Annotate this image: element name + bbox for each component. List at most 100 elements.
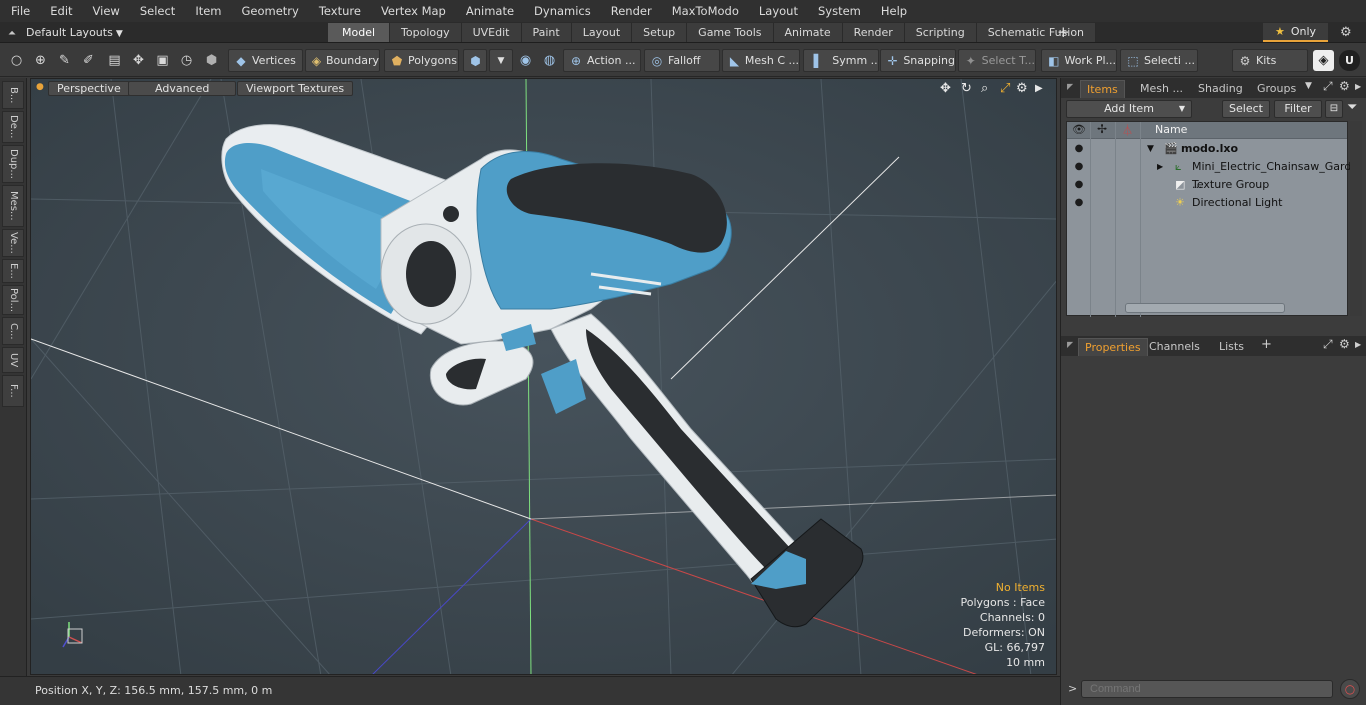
frame-icon[interactable]: ▣ (152, 50, 173, 71)
menu-animate[interactable]: Animate (455, 0, 523, 22)
mode-dropdown[interactable]: ▼ (489, 49, 513, 72)
tab-channels[interactable]: Channels (1143, 338, 1206, 356)
menu-edit[interactable]: Edit (39, 0, 81, 22)
maximize-view-icon[interactable]: ⤢ (1000, 80, 1010, 98)
lock-column-icon[interactable]: ✢ (1097, 122, 1107, 136)
left-tab-deform[interactable]: De... (2, 111, 24, 143)
viewport-textures-button[interactable]: Viewport Textures (237, 81, 354, 96)
tab-uvedit[interactable]: UVEdit (461, 23, 522, 42)
unity-icon[interactable]: ◈ (1313, 50, 1334, 71)
item-mode-icon[interactable]: ⬢ (201, 50, 222, 71)
left-tab-edge[interactable]: E... (2, 259, 24, 283)
tab-shading[interactable]: Shading (1192, 80, 1249, 98)
timer-icon[interactable]: ◷ (176, 50, 197, 71)
work-plane-button[interactable]: ◧ Work Pl... (1041, 49, 1117, 72)
left-tab-fusion[interactable]: F... (2, 375, 24, 407)
snapping-button[interactable]: ✛ Snapping (880, 49, 956, 72)
action-center-button[interactable]: ⊕ Action ... (563, 49, 641, 72)
visibility-eye-icon[interactable]: ● (1072, 194, 1086, 212)
menu-file[interactable]: File (0, 0, 39, 22)
zoom-view-icon[interactable]: ⌕ (981, 80, 988, 98)
vertices-button[interactable]: ◆ Vertices (228, 49, 303, 72)
3d-viewport[interactable]: ● Perspective Advanced Viewport Textures… (30, 78, 1057, 675)
menu-texture[interactable]: Texture (308, 0, 370, 22)
expand-panel-icon[interactable]: ⤢ (1323, 337, 1333, 352)
polygons-button[interactable]: ⬟ Polygons (384, 49, 459, 72)
only-toggle[interactable]: ★ Only (1263, 23, 1328, 42)
menu-render[interactable]: Render (600, 0, 661, 22)
menu-vertex-map[interactable]: Vertex Map (370, 0, 455, 22)
list-item[interactable]: ● ▼ 🎬 modo.lxo (1067, 140, 1347, 158)
circle-select-icon[interactable]: ○ (6, 50, 27, 71)
add-panel-tab-button[interactable]: + (1261, 337, 1272, 352)
tab-model[interactable]: Model (328, 23, 391, 42)
tab-layout[interactable]: Layout (571, 23, 633, 42)
select-button[interactable]: Select (1222, 100, 1270, 118)
material-button[interactable]: ⬢ (463, 49, 487, 72)
kits-button[interactable]: ⚙ Kits (1232, 49, 1308, 72)
view-mode-button[interactable]: Perspective (48, 81, 130, 96)
menu-maxtomodo[interactable]: MaxToModo (661, 0, 748, 22)
align-icon[interactable]: ▤ (104, 50, 125, 71)
tab-mesh[interactable]: Mesh ... (1134, 80, 1189, 98)
expand-arrow-icon[interactable]: ▼ (1147, 140, 1154, 158)
expand-panel-icon[interactable]: ⤢ (1323, 79, 1333, 94)
tab-items[interactable]: Items (1080, 80, 1125, 98)
tab-lists[interactable]: Lists (1213, 338, 1250, 356)
tab-game-tools[interactable]: Game Tools (687, 23, 774, 42)
record-icon[interactable]: ○ (1340, 679, 1360, 699)
tab-groups[interactable]: Groups (1251, 80, 1302, 98)
menu-select[interactable]: Select (129, 0, 184, 22)
menu-geometry[interactable]: Geometry (231, 0, 308, 22)
left-tab-polygon[interactable]: Pol... (2, 285, 24, 315)
funnel-icon[interactable]: ⏷ (1347, 100, 1357, 115)
menu-help[interactable]: Help (870, 0, 916, 22)
menu-item[interactable]: Item (184, 0, 230, 22)
tab-topology[interactable]: Topology (390, 23, 462, 42)
tab-scripting[interactable]: Scripting (904, 23, 977, 42)
menu-layout[interactable]: Layout (748, 0, 807, 22)
globe-icon[interactable]: ⊕ (30, 50, 51, 71)
viewport-arrow-icon[interactable]: ▶ (1035, 80, 1043, 98)
vertical-scrollbar[interactable] (1350, 121, 1362, 316)
left-tab-uv[interactable]: UV (2, 347, 24, 373)
visibility-eye-icon[interactable]: ● (1072, 140, 1086, 158)
unreal-icon[interactable]: U (1339, 50, 1360, 71)
sym-globe-icon[interactable]: ◉ (515, 50, 536, 71)
collapse-icon[interactable]: ⊟ (1325, 100, 1343, 118)
tab-properties[interactable]: Properties (1078, 338, 1148, 356)
pen-icon[interactable]: ✎ (54, 50, 75, 71)
selection-sets-button[interactable]: ⬚ Selecti ... (1120, 49, 1198, 72)
name-column-header[interactable]: Name (1155, 123, 1187, 136)
layout-selector[interactable]: ⏶ Default Layouts ▼ (8, 22, 123, 43)
symmetry-button[interactable]: ▐ Symm ... (803, 49, 879, 72)
items-settings-icon[interactable]: ⚙ (1339, 79, 1350, 93)
menu-dynamics[interactable]: Dynamics (523, 0, 600, 22)
snap-globe-icon[interactable]: ◍ (539, 50, 560, 71)
rotate-view-icon[interactable]: ↻ (961, 80, 972, 98)
viewport-settings-icon[interactable]: ⚙ (1016, 80, 1028, 98)
shading-mode-button[interactable]: Advanced (128, 81, 237, 96)
properties-arrow-icon[interactable]: ▶ (1355, 340, 1361, 349)
add-tab-button[interactable]: + (1057, 22, 1070, 43)
add-item-button[interactable]: Add Item ▼ (1066, 100, 1192, 118)
list-item[interactable]: ● ☀ Directional Light (1067, 194, 1347, 212)
viewport-scene[interactable] (31, 79, 1057, 675)
horizontal-scrollbar[interactable] (1125, 303, 1285, 313)
select-through-button[interactable]: ✦ Select T... (958, 49, 1036, 72)
falloff-button[interactable]: ◎ Falloff (644, 49, 720, 72)
items-arrow-icon[interactable]: ▶ (1355, 82, 1361, 91)
visibility-column-icon[interactable]: 👁 (1072, 123, 1086, 136)
tab-schematic-fusion[interactable]: Schematic Fusion (976, 23, 1097, 42)
list-item[interactable]: ● ▶ ⟀ Mini_Electric_Chainsaw_Gard ... (1067, 158, 1352, 191)
left-tab-mesh-edit[interactable]: Mes... (2, 185, 24, 227)
list-item[interactable]: ● ◩ Texture Group (1067, 176, 1347, 194)
left-tab-curve[interactable]: C... (2, 317, 24, 345)
boundary-button[interactable]: ◈ Boundary (305, 49, 380, 72)
type-column-icon[interactable]: ⏃ (1122, 122, 1133, 138)
left-tab-vertex[interactable]: Ve... (2, 229, 24, 257)
tab-setup[interactable]: Setup (632, 23, 688, 42)
left-tab-basic[interactable]: B... (2, 81, 24, 109)
menu-system[interactable]: System (807, 0, 870, 22)
visibility-eye-icon[interactable]: ● (1072, 158, 1086, 176)
